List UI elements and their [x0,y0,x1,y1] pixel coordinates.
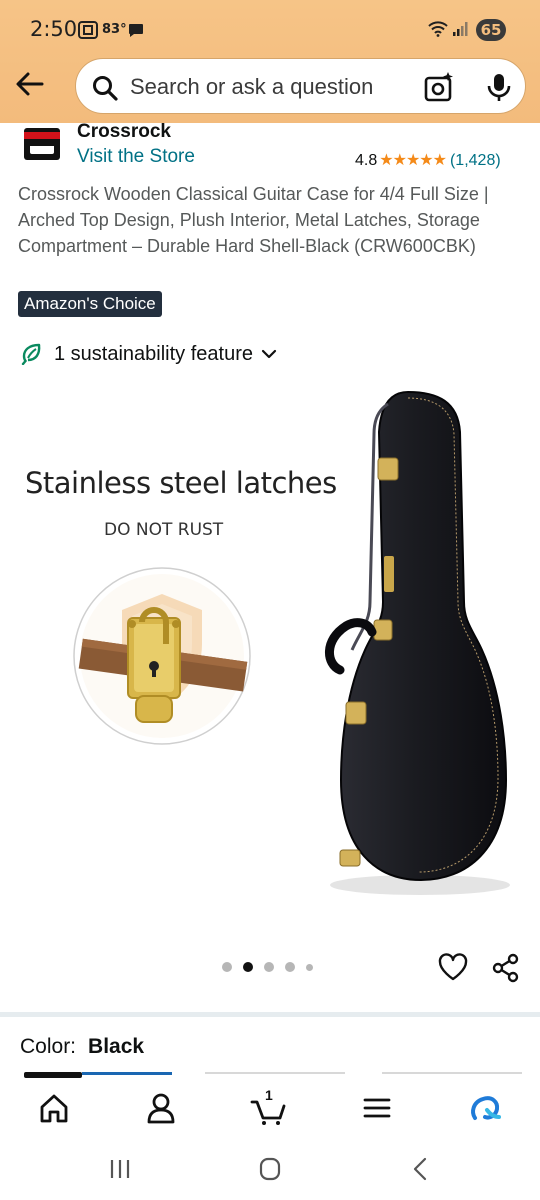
search-icon [93,76,118,101]
microphone-icon[interactable] [486,72,512,102]
color-label: Color: [20,1035,77,1058]
chat-bubble-icon [129,24,143,37]
color-swatch-selected-underline [82,1072,172,1075]
heart-icon[interactable] [438,952,468,982]
crossrock-logo[interactable] [24,128,60,160]
status-time: 2:50 [30,17,78,41]
carousel-dot[interactable] [306,963,313,971]
screenshot-icon [78,21,98,39]
carousel-dot-active[interactable] [243,962,253,972]
battery-indicator: 65 [476,19,506,41]
color-value: Black [88,1035,145,1058]
menu-icon[interactable] [357,1088,397,1128]
account-icon[interactable] [141,1088,181,1128]
guitar-case-image [325,390,510,895]
home-icon[interactable] [34,1088,74,1128]
product-title: Crossrock Wooden Classical Guitar Case f… [18,184,489,256]
status-temperature: 83° [102,22,127,37]
chevron-down-icon [261,349,277,359]
carousel-dot[interactable] [285,962,295,972]
cart-count-badge: 1 [265,1087,273,1103]
brand-name: Crossrock [77,121,171,142]
app-header: 2:50 83° 65 Search or ask a question [0,0,540,123]
recent-apps-icon[interactable] [105,1156,135,1182]
visit-store-link[interactable]: Visit the Store [77,146,195,168]
camera-search-icon[interactable] [424,71,456,103]
rating-summary[interactable]: 4.8 ★★★★★ (1,428) [355,150,501,170]
system-back-icon[interactable] [406,1156,436,1182]
search-input[interactable]: Search or ask a question [130,74,373,100]
section-divider [0,1012,540,1017]
system-home-icon[interactable] [255,1156,285,1182]
rating-count-link[interactable]: (1,428) [450,152,501,169]
rufus-assistant-icon[interactable] [465,1088,505,1128]
status-bar: 2:50 83° 65 [0,0,540,58]
star-rating-icon: ★★★★★ [379,152,447,169]
system-navigation-bar [0,1140,540,1200]
leaf-icon [21,343,41,365]
amazons-choice-badge[interactable]: Amazon's Choice [18,291,162,317]
carousel-dot[interactable] [264,962,274,972]
image-headline: Stainless steel latches [25,466,337,500]
rating-score: 4.8 [355,152,378,169]
sustainability-toggle[interactable]: 1 sustainability feature [20,340,277,368]
color-swatch[interactable] [205,1072,345,1074]
carousel-dots[interactable] [222,962,324,972]
wifi-icon [428,21,448,37]
back-arrow-icon[interactable] [14,68,46,100]
image-subline: DO NOT RUST [104,520,224,540]
product-image-carousel[interactable]: Stainless steel latches DO NOT RUST [0,380,540,950]
color-swatch[interactable] [382,1072,522,1074]
signal-icon [453,22,468,36]
sustainability-label: 1 sustainability feature [54,342,254,365]
carousel-dot[interactable] [222,962,232,972]
search-bar[interactable]: Search or ask a question [75,58,526,114]
color-selector: Color: Black [20,1035,144,1059]
latch-closeup-image [73,567,251,745]
share-icon[interactable] [492,953,520,983]
